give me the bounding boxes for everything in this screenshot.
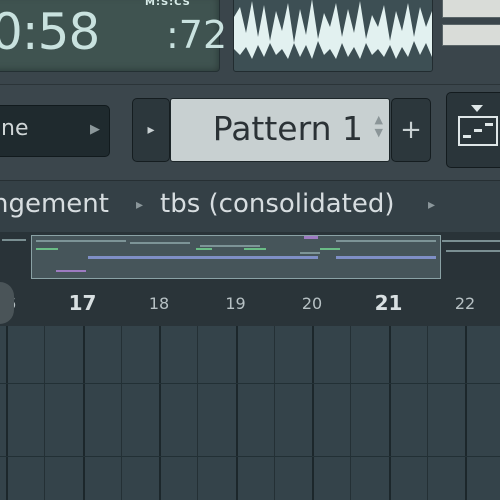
grid-line	[350, 326, 351, 500]
grid-line	[274, 326, 275, 500]
time-format-label[interactable]: M:S:CS	[145, 0, 191, 8]
mode-select[interactable]: ne ▶	[0, 105, 110, 157]
grid-line	[44, 326, 45, 500]
overview-visible-window[interactable]	[31, 235, 441, 279]
grid-line	[83, 326, 85, 500]
add-pattern-button[interactable]: +	[391, 98, 431, 162]
grid-line	[465, 326, 467, 500]
chevron-right-icon: ▶	[90, 122, 100, 137]
grid-line	[312, 326, 314, 500]
grid-line	[427, 326, 428, 500]
play-arrow-icon: ▸	[147, 122, 155, 138]
grid-line	[236, 326, 238, 500]
time-minutes-seconds: 0:58	[0, 3, 100, 61]
right-panel-bar-2[interactable]	[442, 24, 500, 46]
time-centiseconds: :72	[166, 13, 228, 57]
ruler-bar-19: 19	[225, 294, 246, 313]
track-divider	[0, 383, 500, 384]
ruler-bar-20: 20	[301, 294, 323, 313]
mode-select-label: ne	[1, 116, 29, 141]
pattern-name: Pattern 1	[212, 109, 363, 148]
ruler-bar-17: 17	[68, 291, 97, 315]
right-panel	[440, 0, 500, 70]
top-strip: 0:58 :72 M:S:CS	[0, 0, 500, 84]
timeline-ruler[interactable]: 16171819202122	[0, 280, 500, 326]
waveform-icon	[234, 0, 432, 59]
ruler-bar-18: 18	[148, 294, 170, 313]
breadcrumb-separator-icon: ▸	[428, 197, 436, 213]
step-sequencer-button[interactable]	[446, 92, 500, 168]
grid-line	[197, 326, 198, 500]
track-divider	[0, 456, 500, 457]
ruler-bar-21: 21	[374, 291, 403, 315]
spinner-arrows-icon[interactable]: ▲ ▼	[375, 113, 383, 139]
grid-line	[159, 326, 161, 500]
pattern-selector[interactable]: Pattern 1 ▲ ▼	[170, 98, 390, 162]
time-display[interactable]: 0:58 :72 M:S:CS	[0, 0, 227, 72]
breadcrumb-separator-icon: ▸	[136, 197, 144, 213]
grid-line	[6, 326, 8, 500]
grid-line	[121, 326, 122, 500]
ruler-bar-22: 22	[454, 294, 476, 313]
playlist-grid[interactable]	[0, 326, 500, 500]
step-sequencer-icon	[458, 105, 498, 146]
pattern-prev-button[interactable]: ▸	[132, 98, 170, 162]
breadcrumb: ngement ▸ tbs (consolidated) ▸	[0, 180, 500, 233]
breadcrumb-item-arrangement[interactable]: tbs (consolidated)	[160, 189, 395, 219]
right-panel-bar-1[interactable]	[442, 0, 500, 18]
breadcrumb-item-playlist[interactable]: ngement	[0, 189, 109, 219]
grid-line	[389, 326, 391, 500]
oscilloscope-display[interactable]	[233, 0, 433, 72]
